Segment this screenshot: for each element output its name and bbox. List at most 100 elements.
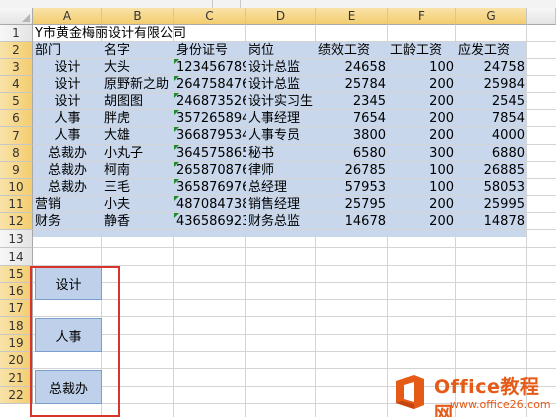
data-cell[interactable]: 4000 <box>456 127 527 145</box>
data-cell[interactable]: 25795 <box>316 196 388 213</box>
data-cell[interactable]: 246873526 <box>174 93 246 110</box>
data-cell[interactable]: 人事经理 <box>246 110 316 127</box>
data-cell[interactable]: 366879534 <box>174 127 246 145</box>
data-cell[interactable]: 365876976 <box>174 179 246 196</box>
column-header-c[interactable]: C <box>174 8 246 25</box>
data-cell[interactable]: 200 <box>388 110 456 127</box>
data-cell[interactable]: 柯南 <box>102 162 174 179</box>
data-cell[interactable]: 357265894 <box>174 110 246 127</box>
data-cell[interactable]: 265870876 <box>174 162 246 179</box>
data-cell[interactable]: 总裁办 <box>33 179 102 196</box>
data-cell[interactable]: 436586923 <box>174 213 246 230</box>
data-cell[interactable]: 大雄 <box>102 127 174 145</box>
data-cell[interactable]: 200 <box>388 93 456 110</box>
data-cell[interactable]: 人事专员 <box>246 127 316 145</box>
data-cell[interactable]: 秘书 <box>246 145 316 162</box>
data-cell[interactable]: 三毛 <box>102 179 174 196</box>
data-cell[interactable]: 设计 <box>33 76 102 93</box>
data-cell[interactable]: 设计总监 <box>246 76 316 93</box>
row-header-21[interactable]: 21 <box>0 369 33 387</box>
row-header-20[interactable]: 20 <box>0 352 33 369</box>
row-header-8[interactable]: 8 <box>0 145 33 162</box>
data-cell[interactable]: 200 <box>388 196 456 213</box>
data-cell[interactable]: 小夫 <box>102 196 174 213</box>
data-cell[interactable]: 7654 <box>316 110 388 127</box>
data-cell[interactable]: 100 <box>388 162 456 179</box>
row-header-18[interactable]: 18 <box>0 317 33 335</box>
spreadsheet[interactable]: ABCDEFG 1 2 3 4 5 6 7 8 9 10 11 12 13 14 15 16 17 18 19 20 2… <box>0 0 556 417</box>
data-cell[interactable]: 24658 <box>316 59 388 76</box>
data-cell[interactable]: 100 <box>388 179 456 196</box>
data-cell[interactable]: 24758 <box>456 59 527 76</box>
data-cell[interactable]: 人事 <box>33 127 102 145</box>
data-cell[interactable]: 2545 <box>456 93 527 110</box>
data-cell[interactable]: 静香 <box>102 213 174 230</box>
data-cell[interactable]: 25995 <box>456 196 527 213</box>
column-header-a[interactable]: A <box>33 8 102 25</box>
data-cell[interactable]: 26785 <box>316 162 388 179</box>
header-cell[interactable]: 名字 <box>102 42 174 59</box>
row-header-22[interactable]: 22 <box>0 387 33 404</box>
data-cell[interactable]: 胡图图 <box>102 93 174 110</box>
data-cell[interactable]: 设计总监 <box>246 59 316 76</box>
row-header-6[interactable]: 6 <box>0 110 33 127</box>
data-cell[interactable]: 销售经理 <box>246 196 316 213</box>
header-cell[interactable]: 岗位 <box>246 42 316 59</box>
data-cell[interactable]: 6880 <box>456 145 527 162</box>
data-cell[interactable]: 58053 <box>456 179 527 196</box>
data-cell[interactable]: 14878 <box>456 213 527 230</box>
header-cell[interactable]: 应发工资 <box>456 42 527 59</box>
row-header-9[interactable]: 9 <box>0 162 33 179</box>
data-cell[interactable]: 设计 <box>33 59 102 76</box>
data-cell[interactable]: 财务总监 <box>246 213 316 230</box>
row-header-14[interactable]: 14 <box>0 248 33 266</box>
data-cell[interactable]: 25784 <box>316 76 388 93</box>
data-cell[interactable]: 人事 <box>33 110 102 127</box>
data-cell[interactable]: 律师 <box>246 162 316 179</box>
row-header-19[interactable]: 19 <box>0 335 33 352</box>
row-header-13[interactable]: 13 <box>0 230 33 248</box>
data-cell[interactable]: 200 <box>388 127 456 145</box>
data-cell[interactable]: 487084738 <box>174 196 246 213</box>
header-cell[interactable]: 工龄工资 <box>388 42 456 59</box>
column-header-b[interactable]: B <box>102 8 174 25</box>
data-cell[interactable]: 57953 <box>316 179 388 196</box>
data-cell[interactable]: 100 <box>388 59 456 76</box>
title-cell[interactable]: Y市黄金梅丽设计有限公司 <box>33 25 333 42</box>
row-header-16[interactable]: 16 <box>0 283 33 300</box>
column-header-g[interactable]: G <box>456 8 527 25</box>
data-cell[interactable]: 营销 <box>33 196 102 213</box>
data-cell[interactable]: 25984 <box>456 76 527 93</box>
data-cell[interactable]: 264758476 <box>174 76 246 93</box>
row-header-4[interactable]: 4 <box>0 76 33 93</box>
row-header-2[interactable]: 2 <box>0 42 33 59</box>
data-cell[interactable]: 大头 <box>102 59 174 76</box>
row-header-11[interactable]: 11 <box>0 196 33 213</box>
row-header-3[interactable]: 3 <box>0 59 33 76</box>
data-cell[interactable]: 14678 <box>316 213 388 230</box>
data-cell[interactable]: 364575865 <box>174 145 246 162</box>
data-cell[interactable]: 胖虎 <box>102 110 174 127</box>
data-cell[interactable]: 3800 <box>316 127 388 145</box>
column-header-extra[interactable] <box>527 8 556 25</box>
data-cell[interactable]: 7854 <box>456 110 527 127</box>
row-header-15[interactable]: 15 <box>0 266 33 283</box>
row-header-17[interactable]: 17 <box>0 300 33 317</box>
data-cell[interactable]: 200 <box>388 213 456 230</box>
row-header-10[interactable]: 10 <box>0 179 33 196</box>
column-header-e[interactable]: E <box>316 8 388 25</box>
data-cell[interactable]: 总经理 <box>246 179 316 196</box>
data-cell[interactable]: 6580 <box>316 145 388 162</box>
data-cell[interactable]: 小丸子 <box>102 145 174 162</box>
row-header-1[interactable]: 1 <box>0 25 33 42</box>
data-cell[interactable]: 财务 <box>33 213 102 230</box>
data-cell[interactable]: 原野新之助 <box>102 76 174 93</box>
data-cell[interactable]: 总裁办 <box>33 145 102 162</box>
column-header-d[interactable]: D <box>246 8 316 25</box>
row-header-12[interactable]: 12 <box>0 213 33 230</box>
data-cell[interactable]: 123456789 <box>174 59 246 76</box>
select-all-corner[interactable] <box>0 8 33 25</box>
row-header-5[interactable]: 5 <box>0 93 33 110</box>
data-cell[interactable]: 总裁办 <box>33 162 102 179</box>
header-cell[interactable]: 部门 <box>33 42 102 59</box>
